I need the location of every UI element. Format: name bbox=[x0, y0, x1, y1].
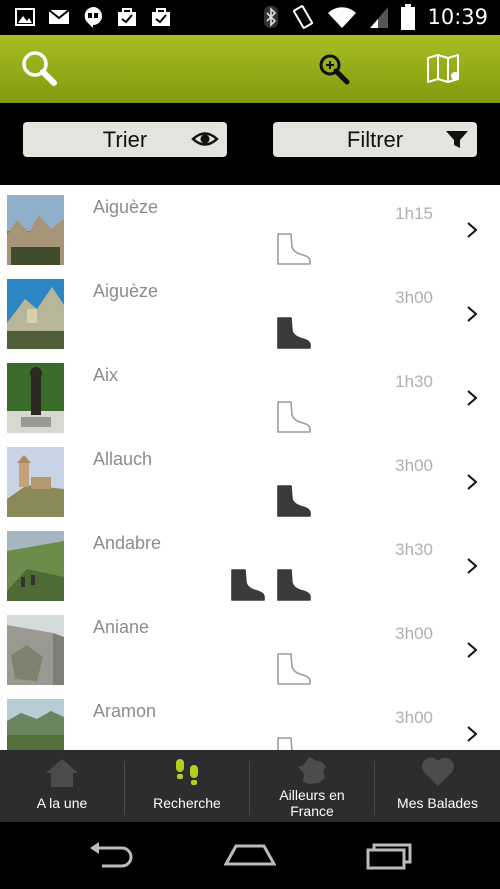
search-icon bbox=[22, 51, 57, 86]
list-item[interactable]: Aix 1h30 bbox=[0, 353, 500, 437]
list-item[interactable]: Allauch 3h00 bbox=[0, 437, 500, 521]
battery-icon bbox=[401, 4, 416, 30]
walk-list: Aiguèze 1h15 Aiguèze 3h00 Aix 1h30 Allauch 3h00… bbox=[0, 185, 500, 750]
map-button[interactable] bbox=[420, 35, 468, 103]
chevron-right-icon bbox=[467, 558, 478, 574]
walk-thumbnail bbox=[7, 279, 64, 349]
walk-duration: 3h00 bbox=[395, 708, 433, 727]
hiking-boot-filled-icon bbox=[231, 569, 265, 601]
walk-name: Aiguèze bbox=[93, 281, 159, 301]
walk-thumbnail bbox=[7, 615, 64, 685]
funnel-icon bbox=[446, 131, 468, 148]
chevron-right-icon bbox=[467, 306, 478, 322]
hiking-boot-outline-icon bbox=[277, 653, 311, 685]
wifi-icon bbox=[328, 7, 357, 28]
chevron-right-icon bbox=[467, 642, 478, 658]
walk-thumbnail bbox=[7, 195, 64, 265]
toolbar: Trier Filtrer bbox=[0, 103, 500, 185]
vibrate-icon bbox=[293, 5, 314, 29]
hiking-boot-outline-icon bbox=[277, 233, 311, 265]
difficulty-indicator bbox=[272, 231, 314, 267]
list-item[interactable]: Aramon 3h00 bbox=[0, 689, 500, 750]
map-icon bbox=[427, 54, 459, 83]
walk-name: Andabre bbox=[93, 533, 162, 553]
system-nav-bar bbox=[0, 822, 500, 889]
difficulty-indicator bbox=[272, 483, 314, 519]
nav-item-recherche[interactable]: Recherche bbox=[125, 750, 249, 822]
walk-duration: 1h30 bbox=[395, 372, 433, 391]
sort-label: Trier bbox=[102, 126, 148, 152]
chevron-right-icon bbox=[467, 390, 478, 406]
difficulty-indicator bbox=[272, 651, 314, 687]
action-bar bbox=[0, 35, 500, 103]
chevron-right-icon bbox=[467, 474, 478, 490]
walk-duration: 3h00 bbox=[395, 456, 433, 475]
bag-check-icon bbox=[118, 8, 136, 26]
list-item[interactable]: Aiguèze 1h15 bbox=[0, 185, 500, 269]
chevron-right-icon bbox=[467, 726, 478, 742]
walk-name: Aiguèze bbox=[93, 197, 159, 217]
walk-duration: 3h00 bbox=[395, 288, 433, 307]
hiking-boot-filled-icon bbox=[277, 317, 311, 349]
home-icon[interactable] bbox=[224, 840, 276, 870]
back-icon[interactable] bbox=[88, 840, 136, 870]
mail-icon bbox=[48, 9, 70, 24]
chevron-right-icon bbox=[467, 222, 478, 238]
walk-name: Aniane bbox=[93, 617, 150, 637]
nav-label: A la une bbox=[36, 795, 88, 811]
hiking-boot-outline-icon bbox=[277, 401, 311, 433]
difficulty-indicator bbox=[272, 735, 314, 750]
signal-icon bbox=[370, 7, 389, 28]
walk-name: Aix bbox=[93, 365, 119, 385]
nav-label: Mes Balades bbox=[397, 795, 478, 811]
walk-duration: 3h00 bbox=[395, 624, 433, 643]
list-item[interactable]: Aniane 3h00 bbox=[0, 605, 500, 689]
walk-thumbnail bbox=[7, 447, 64, 517]
bottom-nav: A la une Recherche Ailleurs en France Me… bbox=[0, 750, 500, 822]
eye-icon bbox=[191, 132, 219, 146]
difficulty-indicator bbox=[272, 315, 314, 351]
walk-name: Aramon bbox=[93, 701, 157, 721]
list-item[interactable]: Andabre 3h30 bbox=[0, 521, 500, 605]
walk-duration: 3h30 bbox=[395, 540, 433, 559]
nav-label: Recherche bbox=[153, 795, 221, 811]
filter-button[interactable]: Filtrer bbox=[273, 122, 477, 157]
nav-item-a-la-une[interactable]: A la une bbox=[0, 750, 124, 822]
nav-label: Ailleurs en France bbox=[279, 787, 345, 819]
walk-thumbnail bbox=[7, 531, 64, 601]
hiking-boot-filled-icon bbox=[277, 569, 311, 601]
heart-icon bbox=[421, 757, 454, 786]
sort-button[interactable]: Trier bbox=[23, 122, 227, 157]
walk-thumbnail bbox=[7, 699, 64, 750]
list-item[interactable]: Aiguèze 3h00 bbox=[0, 269, 500, 353]
bag-check-icon bbox=[152, 8, 170, 26]
nav-item-ailleurs-en-france[interactable]: Ailleurs en France bbox=[250, 750, 374, 822]
hiking-boot-filled-icon bbox=[277, 485, 311, 517]
walk-thumbnail bbox=[7, 363, 64, 433]
difficulty-indicator bbox=[272, 399, 314, 435]
footprints-icon bbox=[176, 759, 198, 785]
france-map-icon bbox=[298, 757, 326, 784]
zoom-button[interactable] bbox=[310, 35, 358, 103]
nav-item-mes-balades[interactable]: Mes Balades bbox=[375, 750, 500, 822]
status-bar: 10:39 bbox=[0, 0, 500, 35]
search-button[interactable] bbox=[14, 35, 64, 103]
status-time: 10:39 bbox=[427, 5, 488, 29]
zoom-in-icon bbox=[319, 54, 350, 85]
hiking-boot-outline-icon bbox=[277, 737, 293, 750]
image-icon bbox=[15, 8, 35, 26]
difficulty-indicator bbox=[226, 567, 314, 603]
bluetooth-icon bbox=[264, 6, 279, 28]
walk-name: Allauch bbox=[93, 449, 153, 469]
hangouts-icon bbox=[84, 7, 102, 28]
home-icon bbox=[46, 759, 78, 787]
recents-icon[interactable] bbox=[366, 840, 414, 870]
walk-duration: 1h15 bbox=[395, 204, 433, 223]
filter-label: Filtrer bbox=[346, 126, 404, 152]
